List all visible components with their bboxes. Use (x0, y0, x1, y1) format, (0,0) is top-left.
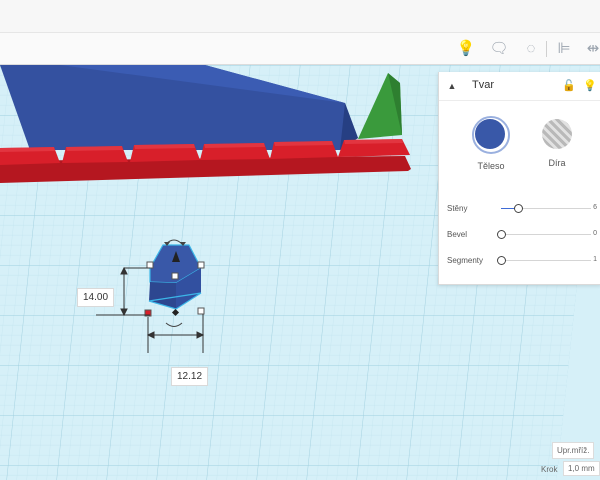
grid-settings-button[interactable]: Upr.mříž. (552, 442, 595, 459)
prop-value-sides[interactable]: 6 (593, 204, 597, 211)
snap-value: 1,0 mm (568, 464, 595, 473)
mirror-icon[interactable]: ⇹ (582, 37, 600, 59)
resize-handle[interactable] (197, 307, 205, 315)
prop-label-segments: Segmenty (447, 256, 484, 265)
prop-value-segments[interactable]: 1 (593, 256, 597, 263)
snap-grid-select[interactable]: 1,0 mm (563, 461, 600, 476)
prop-value-bevel[interactable]: 0 (593, 230, 597, 237)
hole-label: Díra (548, 158, 566, 168)
solid-color-swatch (475, 119, 505, 149)
toolbar: 💡 🗨 ◌ ⊫ ⇹ (0, 33, 600, 65)
segments-slider-knob[interactable] (497, 256, 506, 265)
resize-handle[interactable] (171, 272, 179, 280)
solid-option[interactable]: Těleso (466, 116, 516, 171)
lightbulb-icon[interactable]: 💡 (455, 37, 477, 59)
solid-ring (472, 116, 510, 154)
prop-label-bevel: Bevel (447, 230, 468, 239)
comment-icon[interactable]: ◌ (520, 37, 542, 59)
grid-settings-label: Upr.mříž. (557, 446, 590, 455)
prop-label-sides: Stěny (447, 204, 468, 213)
sides-slider-track[interactable] (501, 204, 591, 213)
top-bar (0, 0, 600, 33)
bevel-slider-knob[interactable] (497, 230, 506, 239)
note-icon[interactable]: 🗨 (488, 37, 510, 59)
hole-pattern-icon (542, 119, 572, 149)
prop-row-sides: Stěny 6 (447, 200, 597, 218)
prop-row-segments: Segmenty 1 (447, 252, 597, 270)
height-value-label[interactable]: 14.00 (77, 288, 115, 307)
resize-handle[interactable] (197, 261, 205, 269)
toolbar-divider (546, 41, 547, 57)
lock-icon[interactable]: 🔓 (562, 78, 576, 92)
lightbulb-icon[interactable]: 💡 (583, 78, 597, 92)
snap-label: Krok (541, 465, 558, 474)
segments-slider-track[interactable] (497, 256, 591, 265)
shape-panel: ▲ Tvar 🔓 💡 Těleso Díra Stěny 6 Bevel 0 S… (438, 72, 600, 285)
bevel-slider-track[interactable] (497, 230, 591, 239)
align-icon[interactable]: ⊫ (553, 37, 575, 59)
width-value-label[interactable]: 12.12 (171, 367, 209, 386)
collapse-icon[interactable]: ▲ (445, 79, 459, 93)
prop-row-bevel: Bevel 0 (447, 226, 597, 244)
solid-label: Těleso (477, 161, 505, 171)
shape-panel-header: ▲ Tvar 🔓 💡 (439, 72, 600, 101)
sides-slider-knob[interactable] (514, 204, 524, 213)
resize-handle[interactable] (146, 261, 154, 269)
shape-panel-title: Tvar (472, 79, 494, 91)
hole-option[interactable]: Díra (532, 116, 582, 168)
